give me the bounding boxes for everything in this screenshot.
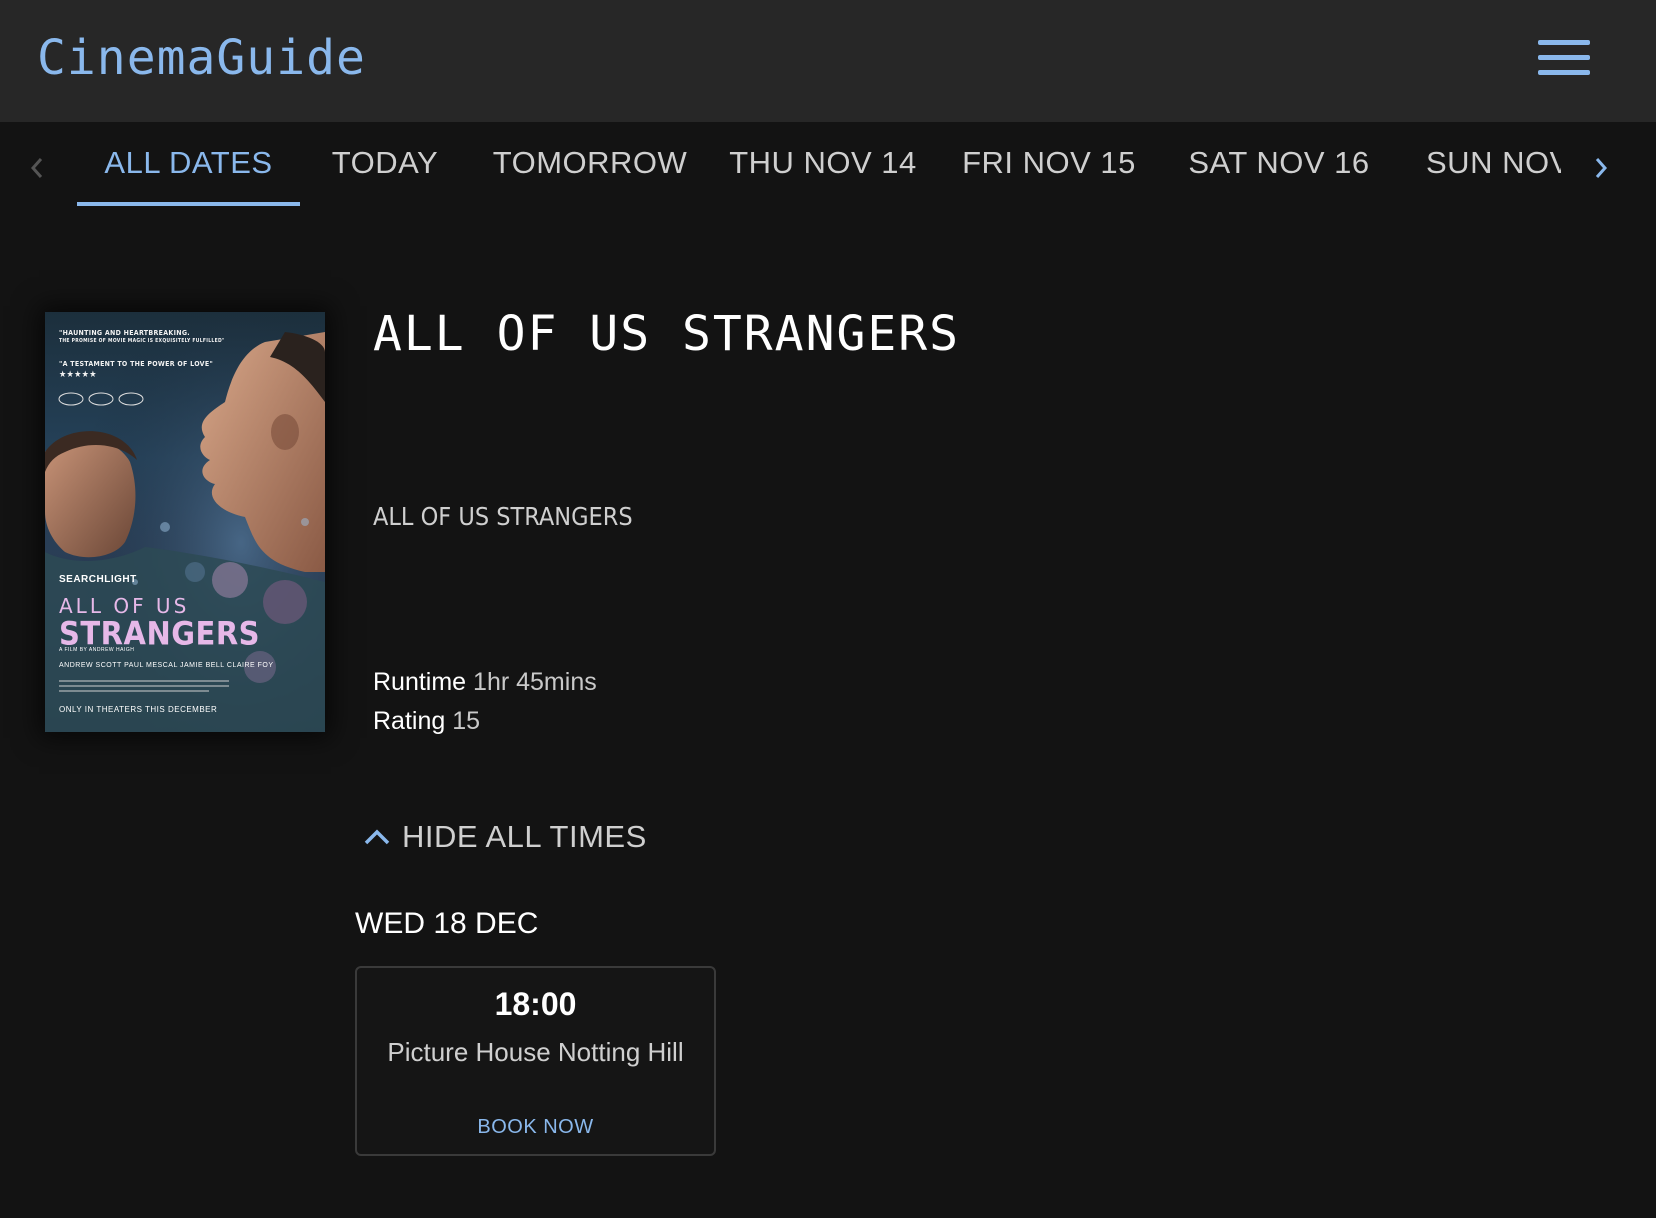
- poster-director: A FILM BY ANDREW HAIGH: [59, 647, 135, 653]
- showtime-date-heading: WED 18 DEC: [355, 907, 539, 940]
- tab-all-dates[interactable]: ALL DATES: [77, 122, 300, 218]
- app-header: CinemaGuide: [0, 0, 1656, 122]
- poster-studio: SEARCHLIGHT: [59, 574, 137, 585]
- date-tab-strip: ALL DATES TODAY TOMORROW THU NOV 14 FRI …: [77, 122, 1561, 218]
- movie-subtitle: ALL OF US STRANGERS: [373, 502, 633, 531]
- chevron-up-icon: [364, 829, 390, 845]
- tab-label: SAT NOV 16: [1188, 145, 1370, 180]
- runtime-row: Runtime 1hr 45mins: [373, 668, 597, 697]
- poster-quote: "A TESTAMENT TO THE POWER OF LOVE": [59, 360, 214, 368]
- showtime-venue: Picture House Notting Hill: [387, 1037, 684, 1067]
- rating-label: Rating: [373, 707, 446, 735]
- rating-value: 15: [452, 707, 481, 735]
- menu-line: [1538, 55, 1590, 60]
- tab-tomorrow[interactable]: TOMORROW: [470, 122, 710, 218]
- active-tab-indicator: [77, 202, 300, 206]
- showtime-card[interactable]: 18:00 Picture House Notting Hill BOOK NO…: [355, 966, 716, 1156]
- movie-poster: "HAUNTING AND HEARTBREAKING. THE PROMISE…: [45, 312, 325, 732]
- runtime-label: Runtime: [373, 668, 467, 696]
- hide-all-times-button[interactable]: HIDE ALL TIMES: [362, 817, 647, 857]
- tab-sat-nov-16[interactable]: SAT NOV 16: [1162, 122, 1396, 218]
- tab-label: ALL DATES: [104, 145, 273, 180]
- chevron-left-icon[interactable]: [22, 148, 52, 188]
- runtime-value: 1hr 45mins: [473, 668, 597, 696]
- tab-label: TODAY: [331, 145, 439, 180]
- chevron-right-icon[interactable]: [1586, 148, 1616, 188]
- tab-label: THU NOV 14: [729, 145, 917, 180]
- book-now-button[interactable]: BOOK NOW: [357, 1116, 714, 1139]
- tab-label: FRI NOV 15: [962, 145, 1136, 180]
- poster-tagline: ONLY IN THEATERS THIS DECEMBER: [59, 705, 218, 714]
- movie-title: ALL OF US STRANGERS: [373, 306, 961, 362]
- showtime-time: 18:00: [494, 986, 577, 1022]
- hamburger-menu-icon[interactable]: [1536, 36, 1592, 80]
- poster-stars: ★★★★★: [59, 370, 97, 380]
- tab-thu-nov-14[interactable]: THU NOV 14: [710, 122, 936, 218]
- rating-row: Rating 15: [373, 707, 480, 736]
- brand-logo[interactable]: CinemaGuide: [37, 30, 366, 86]
- poster-quote: "HAUNTING AND HEARTBREAKING.: [59, 329, 190, 337]
- tab-label: SUN NOV 17: [1426, 145, 1561, 180]
- tab-sun-nov-17[interactable]: SUN NOV 17: [1396, 122, 1561, 218]
- poster-quote: THE PROMISE OF MOVIE MAGIC IS EXQUISITEL…: [59, 338, 225, 344]
- tab-label: TOMORROW: [492, 145, 688, 180]
- hide-all-times-label: HIDE ALL TIMES: [402, 819, 647, 854]
- menu-line: [1538, 70, 1590, 75]
- tab-today[interactable]: TODAY: [300, 122, 470, 218]
- poster-cast: ANDREW SCOTT PAUL MESCAL JAMIE BELL CLAI…: [59, 662, 274, 669]
- tab-fri-nov-15[interactable]: FRI NOV 15: [936, 122, 1162, 218]
- menu-line: [1538, 40, 1590, 45]
- date-tabs: ALL DATES TODAY TOMORROW THU NOV 14 FRI …: [0, 122, 1656, 218]
